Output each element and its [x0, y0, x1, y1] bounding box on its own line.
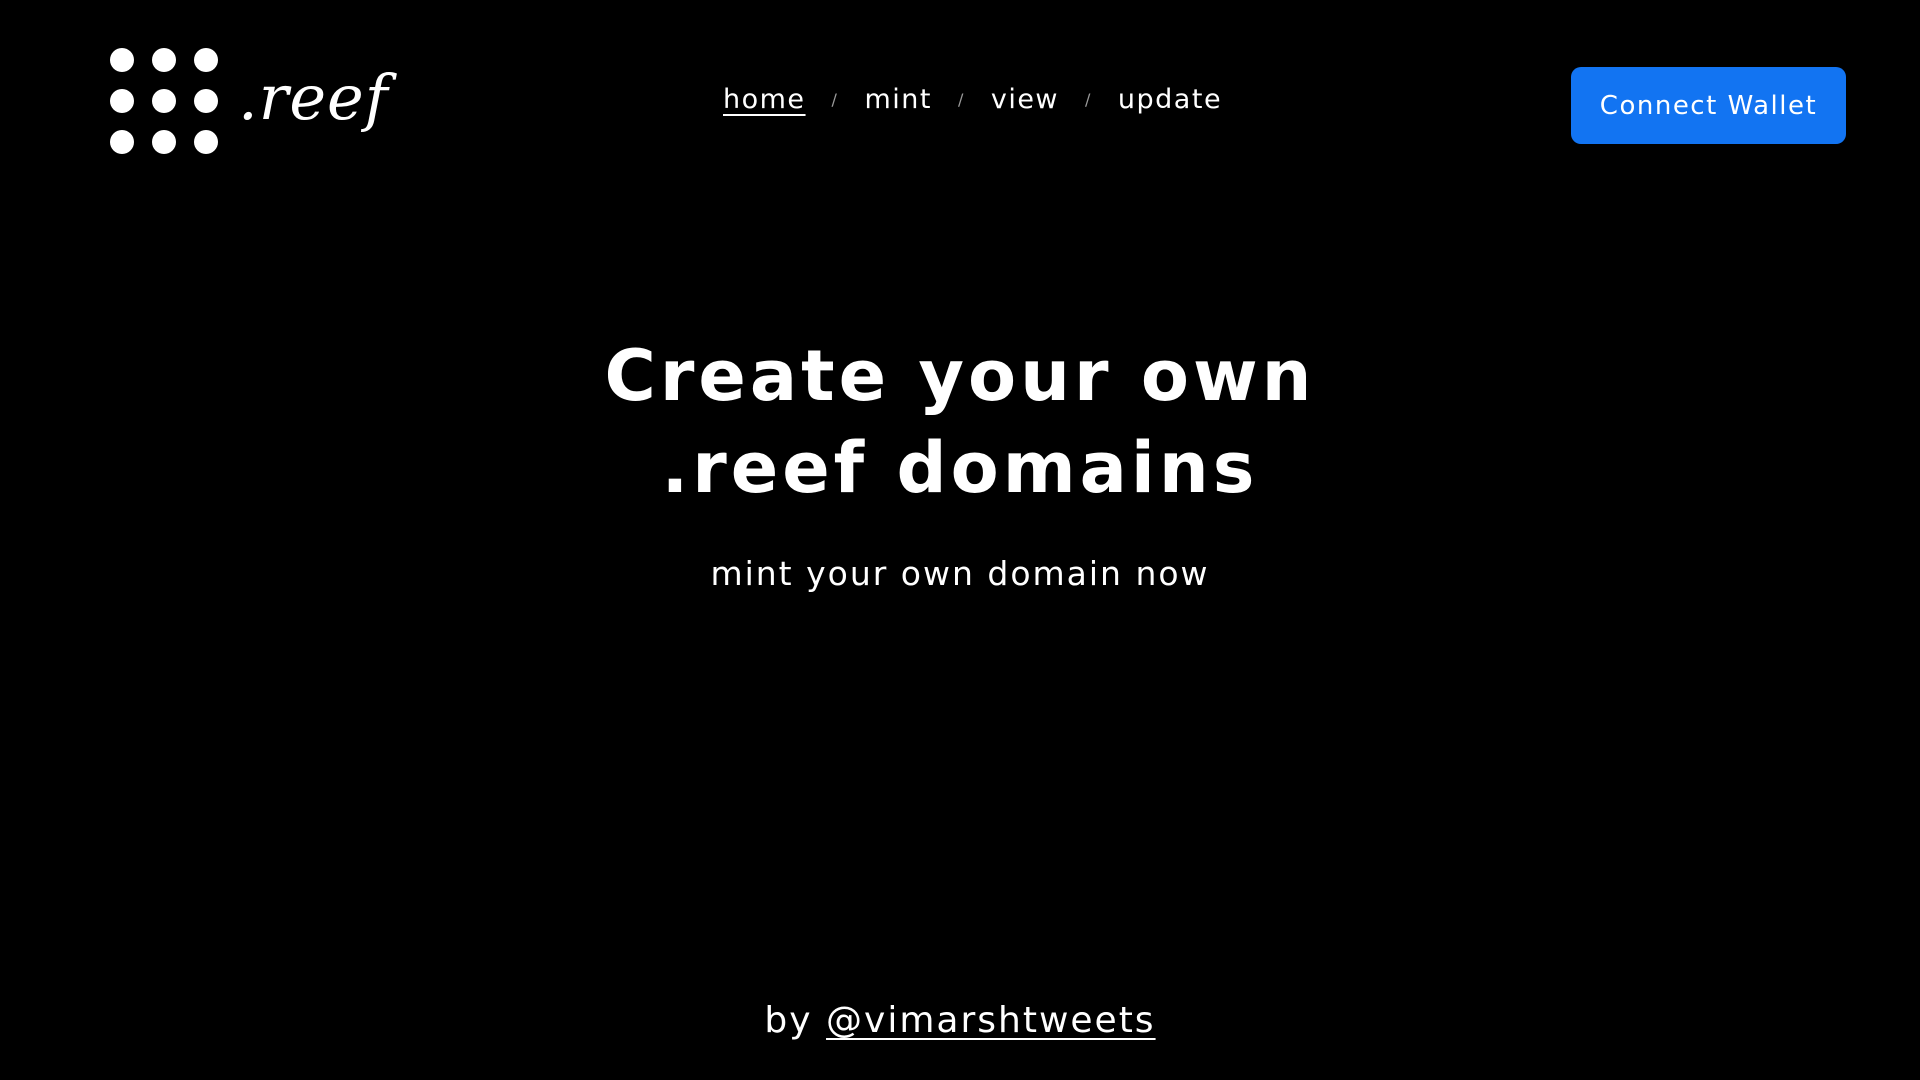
- logo-dot: [110, 130, 134, 154]
- logo-dot: [194, 130, 218, 154]
- hero-title: Create your own .reef domains: [0, 330, 1920, 514]
- footer-credit: by @vimarshtweets: [0, 1000, 1920, 1041]
- nav-separator: /: [831, 90, 839, 109]
- logo-dot: [152, 130, 176, 154]
- footer-prefix: by: [764, 1000, 813, 1041]
- main-nav: home / mint / view / update: [723, 84, 1222, 115]
- nav-home-link[interactable]: home: [723, 84, 806, 115]
- nav-mint-link[interactable]: mint: [864, 84, 932, 115]
- author-handle-link[interactable]: @vimarshtweets: [826, 1000, 1156, 1041]
- nav-view-link[interactable]: view: [991, 84, 1059, 115]
- hero-subtitle: mint your own domain now: [710, 554, 1210, 593]
- nav-separator: /: [957, 90, 965, 109]
- logo[interactable]: .reef: [110, 48, 389, 154]
- nav-update-link[interactable]: update: [1118, 84, 1222, 115]
- logo-dot: [152, 48, 176, 72]
- hero-title-line-2: .reef domains: [661, 427, 1259, 509]
- logo-dot: [110, 48, 134, 72]
- page: .reef home / mint / view / update Connec…: [0, 0, 1920, 1080]
- hero-title-line-1: Create your own: [604, 335, 1316, 417]
- logo-dot: [110, 89, 134, 113]
- connect-wallet-button[interactable]: Connect Wallet: [1571, 67, 1846, 144]
- logo-dot: [152, 89, 176, 113]
- logo-text: .reef: [238, 60, 389, 134]
- nine-dots-logo-icon: [110, 48, 218, 154]
- nav-separator: /: [1085, 90, 1092, 109]
- hero-section: Create your own .reef domains mint your …: [0, 330, 1920, 593]
- logo-dot: [194, 89, 218, 113]
- logo-dot: [194, 48, 218, 72]
